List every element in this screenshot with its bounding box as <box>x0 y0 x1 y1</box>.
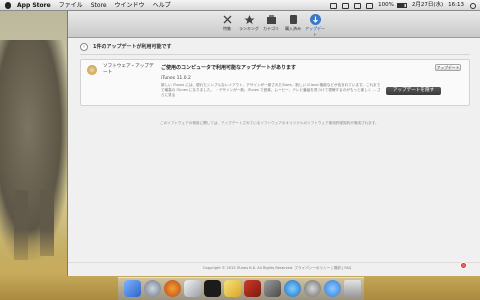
status-time[interactable]: 16:13 <box>448 0 464 11</box>
tab-updates[interactable]: アップデート <box>304 14 326 38</box>
safari-icon[interactable] <box>284 280 301 297</box>
footer-divider <box>68 262 480 263</box>
tab-category[interactable]: カテゴリ <box>260 14 282 32</box>
time-machine-icon[interactable] <box>330 2 338 9</box>
apple-icon[interactable] <box>5 1 11 9</box>
menu-store[interactable]: Store <box>91 0 107 11</box>
tab-featured-label: 特集 <box>223 26 231 31</box>
updates-available-title: 1件のアップデートが利用可能です <box>93 44 172 50</box>
purchased-icon <box>289 15 297 24</box>
menu-bar: App Store ファイル Store ウインドウ ヘルプ 100% 2月27… <box>0 0 480 11</box>
preview-icon[interactable] <box>184 280 201 297</box>
chevron-left-icon[interactable]: ‹ <box>80 43 88 51</box>
app-store-window: 特集 ランキング カテゴリ 購入済み アップデート ‹ 1件のアップデートが利用… <box>67 11 480 276</box>
updates-icon <box>309 14 321 25</box>
tab-category-label: カテゴリ <box>263 26 279 31</box>
tab-updates-label: アップデート <box>305 26 325 37</box>
update-card: ソフトウェア・アップデート ご使用のコンピュータで利用可能なアップデートがありま… <box>80 59 470 106</box>
stickies-icon[interactable] <box>224 280 241 297</box>
menu-help[interactable]: ヘルプ <box>153 0 171 11</box>
updates-page: ‹ 1件のアップデートが利用可能です ソフトウェア・アップデート ご使用のコンピ… <box>68 39 480 276</box>
tab-ranking-label: ランキング <box>239 26 259 31</box>
wifi-icon[interactable] <box>354 2 362 9</box>
tab-featured[interactable]: 特集 <box>216 14 238 32</box>
update-button[interactable]: アップデート <box>435 64 461 71</box>
update-headline: ご使用のコンピュータで利用可能なアップデートがあります <box>161 65 297 71</box>
volume-icon[interactable] <box>366 2 374 9</box>
dock <box>118 277 364 300</box>
system-preferences-icon[interactable] <box>304 280 321 297</box>
update-version: iTunes 11.0.2 <box>161 76 191 81</box>
status-area: 100% 2月27日(水) 16:13 <box>325 0 476 11</box>
menu-file[interactable]: ファイル <box>59 0 83 11</box>
hide-update-button[interactable]: アップデートを隠す <box>386 87 441 95</box>
ranking-icon <box>244 15 254 24</box>
footer-copyright: Copyright © 2013 iTunes K.K. All Rights … <box>203 266 352 270</box>
tab-ranking[interactable]: ランキング <box>238 14 260 32</box>
mission-control-icon[interactable] <box>264 280 281 297</box>
app-store-icon[interactable] <box>324 280 341 297</box>
spotlight-icon[interactable] <box>470 2 476 9</box>
battery-icon[interactable] <box>396 3 407 8</box>
bluetooth-icon[interactable] <box>342 2 350 9</box>
header-divider <box>80 54 470 55</box>
menu-window[interactable]: ウインドウ <box>115 0 145 11</box>
software-name: ソフトウェア・アップデート <box>103 64 154 75</box>
status-date[interactable]: 2月27日(水) <box>412 0 443 11</box>
trash-icon[interactable] <box>344 280 361 297</box>
toolbar: 特集 ランキング カテゴリ 購入済み アップデート <box>68 11 480 38</box>
launchpad-icon[interactable] <box>144 280 161 297</box>
update-description: 新しい iTunes には、優れたシンプルなレイアウト、デザインが一新されたSt… <box>161 83 381 97</box>
category-icon <box>266 15 276 24</box>
photo-icon[interactable] <box>244 280 261 297</box>
software-update-icon <box>87 65 97 75</box>
tab-purchased-label: 購入済み <box>285 26 301 31</box>
tab-purchased[interactable]: 購入済み <box>282 14 304 32</box>
terminal-icon[interactable] <box>204 280 221 297</box>
record-indicator-icon[interactable] <box>460 262 467 269</box>
firefox-icon[interactable] <box>164 280 181 297</box>
finder-icon[interactable] <box>124 280 141 297</box>
featured-icon <box>223 15 231 24</box>
menu-app-name[interactable]: App Store <box>17 0 51 11</box>
battery-percent: 100% <box>378 2 394 8</box>
wallpaper-elephant <box>0 40 70 260</box>
license-note: このソフトウェアの使用に関しては、アップデートされているソフトウェアのオリジナル… <box>160 121 379 125</box>
